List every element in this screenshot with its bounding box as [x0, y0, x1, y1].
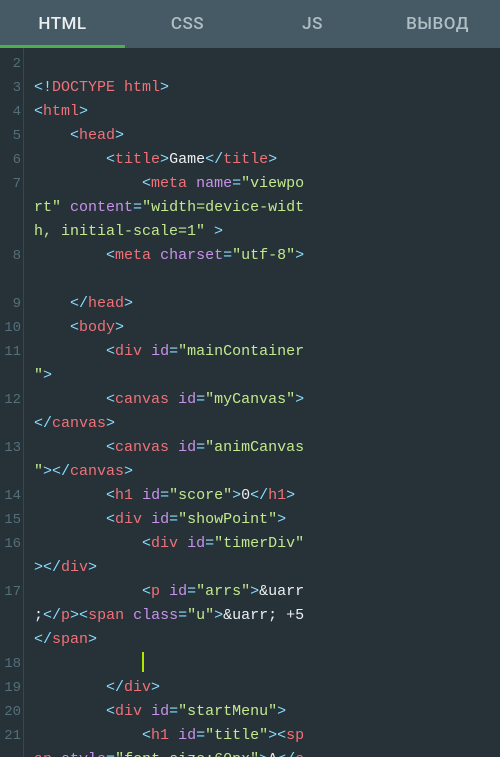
tab-label: JS	[302, 14, 323, 34]
tab-bar: HTML CSS JS ВЫВОД	[0, 0, 500, 48]
line-number-gutter: 2345678910111213141516171819202122	[0, 48, 24, 757]
text-cursor	[142, 652, 144, 672]
code-editor[interactable]: 2345678910111213141516171819202122 <!DOC…	[0, 48, 500, 757]
tab-html[interactable]: HTML	[0, 0, 125, 48]
code-area[interactable]: <!DOCTYPE html><html> <head> <title>Game…	[24, 48, 500, 757]
tab-label: CSS	[171, 14, 204, 34]
tab-output[interactable]: ВЫВОД	[375, 0, 500, 48]
tab-label: ВЫВОД	[406, 14, 469, 34]
tab-css[interactable]: CSS	[125, 0, 250, 48]
tab-js[interactable]: JS	[250, 0, 375, 48]
tab-label: HTML	[38, 14, 86, 34]
